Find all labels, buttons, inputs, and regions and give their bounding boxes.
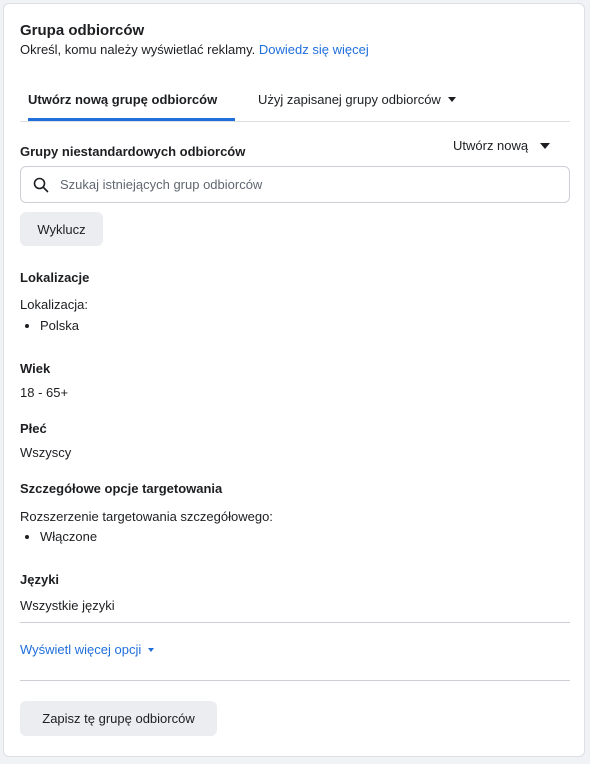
caret-down-icon bbox=[540, 142, 551, 149]
detailed-targeting-item: Włączone bbox=[25, 529, 97, 544]
custom-audiences-label: Grupy niestandardowych odbiorców bbox=[20, 144, 246, 159]
learn-more-link[interactable]: Dowiedz się więcej bbox=[259, 42, 369, 57]
create-new-label: Utwórz nową bbox=[453, 138, 529, 153]
detailed-targeting-sublabel: Rozszerzenie targetowania szczegółowego: bbox=[20, 509, 273, 524]
languages-label: Języki bbox=[20, 572, 60, 587]
locations-sublabel: Lokalizacja: bbox=[20, 297, 88, 312]
tab-use-saved-audience-label: Użyj zapisanej grupy odbiorców bbox=[258, 92, 441, 107]
detailed-targeting-label: Szczegółowe opcje targetowania bbox=[20, 481, 223, 496]
panel-subtitle-text: Określ, komu należy wyświetlać reklamy. bbox=[20, 42, 256, 57]
panel-title: Grupa odbiorców bbox=[20, 22, 145, 39]
locations-label: Lokalizacje bbox=[20, 270, 90, 285]
search-icon bbox=[33, 177, 49, 193]
gender-label: Płeć bbox=[20, 421, 47, 436]
save-audience-button[interactable]: Zapisz tę grupę odbiorców bbox=[20, 701, 217, 736]
divider bbox=[20, 622, 570, 623]
custom-audience-search[interactable] bbox=[20, 166, 570, 203]
show-more-options-link[interactable]: Wyświetl więcej opcji bbox=[20, 642, 155, 657]
bullet-dot bbox=[25, 323, 29, 328]
age-label: Wiek bbox=[20, 361, 51, 376]
search-input[interactable] bbox=[60, 167, 560, 202]
tabs-divider bbox=[20, 121, 570, 122]
create-new-dropdown[interactable]: Utwórz nową bbox=[453, 138, 551, 153]
panel-subtitle: Określ, komu należy wyświetlać reklamy. … bbox=[20, 42, 369, 57]
gender-value: Wszyscy bbox=[20, 445, 72, 460]
tab-create-new-audience[interactable]: Utwórz nową grupę odbiorców bbox=[28, 92, 217, 107]
bullet-dot bbox=[25, 534, 29, 539]
audience-panel: Grupa odbiorców Określ, komu należy wyśw… bbox=[3, 3, 585, 757]
tab-use-saved-audience[interactable]: Użyj zapisanej grupy odbiorców bbox=[258, 92, 456, 107]
detailed-targeting-value: Włączone bbox=[40, 529, 98, 544]
exclude-button[interactable]: Wyklucz bbox=[20, 212, 103, 246]
languages-value: Wszystkie języki bbox=[20, 598, 115, 613]
age-value: 18 - 65+ bbox=[20, 385, 69, 400]
show-more-options-label: Wyświetl więcej opcji bbox=[20, 642, 142, 657]
divider bbox=[20, 680, 570, 681]
caret-down-icon bbox=[447, 97, 456, 102]
location-item: Polska bbox=[25, 318, 79, 333]
caret-down-icon bbox=[148, 647, 155, 652]
location-value: Polska bbox=[40, 318, 80, 333]
